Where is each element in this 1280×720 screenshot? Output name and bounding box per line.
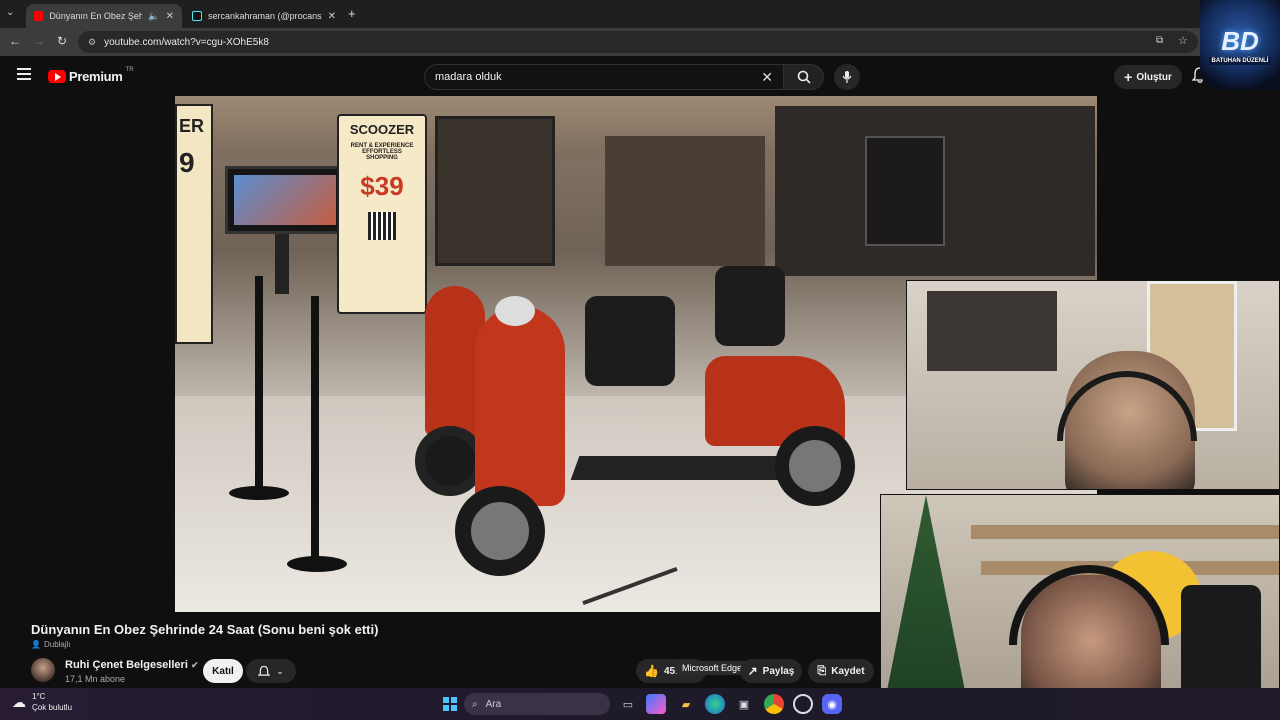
webcam-overlay-top bbox=[906, 280, 1280, 490]
youtube-play-icon bbox=[48, 70, 66, 83]
close-tab-icon[interactable]: ✕ bbox=[328, 11, 336, 22]
search-button[interactable] bbox=[784, 64, 824, 90]
christmas-tree bbox=[881, 495, 971, 719]
webcam-overlay-bottom bbox=[880, 494, 1280, 720]
chevron-down-icon: ⌄ bbox=[276, 665, 284, 676]
shelf bbox=[927, 291, 1057, 371]
tab-tiktok[interactable]: sercankahraman (@procanserc ✕ bbox=[184, 4, 344, 28]
search-icon bbox=[797, 70, 811, 84]
menu-icon[interactable] bbox=[17, 68, 31, 80]
temperature: 1°C bbox=[32, 692, 46, 701]
scoozer-brand: SCOOZER bbox=[349, 122, 415, 137]
person-audio-icon: 👤 bbox=[31, 640, 41, 649]
taskbar-tooltip: Microsoft Edge bbox=[676, 661, 749, 675]
tab-title: Dünyanın En Obez Şehrinde bbox=[49, 11, 143, 21]
kiosk-stand bbox=[275, 234, 289, 294]
taskbar-search[interactable]: ⌕ Ara bbox=[464, 693, 610, 715]
store-icon[interactable]: ▣ bbox=[734, 694, 754, 714]
youtube-logo[interactable]: Premium TR bbox=[48, 66, 134, 84]
storefront bbox=[605, 136, 765, 266]
close-tab-icon[interactable]: ✕ bbox=[166, 11, 174, 22]
qr-code-icon bbox=[368, 212, 396, 240]
kiosk-screen bbox=[225, 166, 345, 234]
sign-line: SHOPPING bbox=[366, 155, 398, 161]
forward-icon[interactable]: → bbox=[33, 34, 45, 48]
share-button[interactable]: ↗ Paylaş bbox=[740, 659, 802, 683]
bell-icon bbox=[258, 665, 271, 676]
tab-title: sercankahraman (@procanserc bbox=[207, 11, 322, 21]
cloud-icon: ☁ bbox=[12, 693, 26, 710]
weather-widget[interactable]: ☁ 1°C Çok bulutlu bbox=[12, 691, 72, 713]
channel-avatar[interactable] bbox=[31, 658, 55, 682]
create-button[interactable]: + Oluştur bbox=[1114, 65, 1182, 89]
create-label: Oluştur bbox=[1136, 71, 1172, 83]
rental-sign-left: ER 9 bbox=[175, 104, 213, 344]
verified-icon: ✔ bbox=[190, 660, 199, 670]
dubbed-badge: 👤 Dublajlı bbox=[31, 640, 71, 649]
file-explorer-icon[interactable]: ▰ bbox=[676, 694, 696, 714]
install-app-icon[interactable]: ⧉ bbox=[1156, 35, 1163, 46]
voice-search-button[interactable] bbox=[834, 64, 860, 90]
storefront bbox=[435, 116, 555, 266]
back-icon[interactable]: ← bbox=[9, 34, 21, 48]
stanchion-post bbox=[255, 276, 263, 496]
join-button[interactable]: Katıl bbox=[203, 659, 243, 683]
tab-youtube[interactable]: Dünyanın En Obez Şehrinde 🔈 ✕ bbox=[26, 4, 182, 28]
copilot-icon[interactable] bbox=[646, 694, 666, 714]
channel-watermark-logo: BD BATUHAN DÜZENLİ bbox=[1200, 0, 1280, 90]
search-input[interactable]: madara olduk ✕ bbox=[424, 64, 784, 90]
audio-icon[interactable]: 🔈 bbox=[148, 11, 159, 22]
url-text: youtube.com/watch?v=cgu-XOhE5k8 bbox=[104, 36, 269, 48]
bookmark-icon: ⎘ bbox=[817, 664, 827, 677]
premium-label: Premium bbox=[69, 69, 123, 84]
youtube-header: Premium TR madara olduk ✕ + Oluştur bbox=[0, 56, 1280, 96]
search-icon: ⌕ bbox=[472, 698, 478, 710]
chrome-icon[interactable] bbox=[764, 694, 784, 714]
taskbar-search-label: Ara bbox=[485, 698, 502, 710]
site-info-icon[interactable]: ⚙ bbox=[88, 37, 96, 48]
channel-name-text: Ruhi Çenet Belgeselleri bbox=[65, 659, 188, 671]
dubbed-label: Dublajlı bbox=[43, 640, 71, 649]
storefront-door bbox=[865, 136, 945, 246]
save-label: Kaydet bbox=[831, 665, 865, 677]
url-field[interactable]: ⚙ youtube.com/watch?v=cgu-XOhE5k8 bbox=[78, 31, 1198, 53]
share-label: Paylaş bbox=[762, 665, 795, 677]
region-code: TR bbox=[125, 66, 134, 73]
edge-icon[interactable] bbox=[705, 694, 725, 714]
stanchion-base bbox=[287, 556, 347, 572]
wall-shelf bbox=[971, 525, 1279, 539]
task-view-icon[interactable]: ▭ bbox=[618, 694, 638, 714]
plus-icon: + bbox=[1124, 69, 1133, 85]
sign-price: $39 bbox=[360, 171, 404, 201]
windows-taskbar: ☁ 1°C Çok bulutlu ⌕ Ara ▭ ▰ ▣ ◉ bbox=[0, 688, 1280, 720]
channel-name[interactable]: Ruhi Çenet Belgeselleri ✔ bbox=[65, 659, 198, 671]
tiktok-favicon-icon bbox=[192, 11, 202, 21]
search-query: madara olduk bbox=[435, 71, 502, 83]
new-tab-button[interactable]: + bbox=[348, 6, 356, 21]
save-button[interactable]: ⎘ Kaydet bbox=[808, 659, 874, 683]
steam-icon[interactable] bbox=[793, 694, 813, 714]
reload-icon[interactable]: ↻ bbox=[57, 34, 67, 48]
subscription-bell-button[interactable]: ⌄ bbox=[246, 659, 296, 683]
clear-search-icon[interactable]: ✕ bbox=[761, 69, 773, 86]
stanchion-base bbox=[229, 486, 289, 500]
windows-start-icon[interactable] bbox=[440, 694, 460, 714]
discord-icon[interactable]: ◉ bbox=[822, 694, 842, 714]
video-title: Dünyanın En Obez Şehrinde 24 Saat (Sonu … bbox=[31, 622, 379, 637]
address-bar-row: ← → ↻ ⚙ youtube.com/watch?v=cgu-XOhE5k8 … bbox=[0, 28, 1280, 56]
scooter-front bbox=[445, 266, 895, 576]
weather-condition: Çok bulutlu bbox=[32, 703, 73, 712]
logo-subtext: BATUHAN DÜZENLİ bbox=[1208, 56, 1272, 65]
microphone-icon bbox=[842, 71, 852, 83]
share-icon: ↗ bbox=[747, 664, 758, 678]
stanchion-post bbox=[311, 296, 319, 566]
thumbs-up-icon: 👍 bbox=[644, 664, 659, 678]
youtube-favicon-icon bbox=[34, 11, 44, 21]
logo-mark: BD bbox=[1221, 25, 1259, 56]
subscriber-count: 17,1 Mn abone bbox=[65, 674, 126, 684]
tab-search-icon[interactable]: ⌄ bbox=[6, 7, 14, 18]
bookmark-star-icon[interactable]: ☆ bbox=[1178, 34, 1188, 47]
browser-tab-strip: ⌄ Dünyanın En Obez Şehrinde 🔈 ✕ sercanka… bbox=[0, 0, 1280, 28]
